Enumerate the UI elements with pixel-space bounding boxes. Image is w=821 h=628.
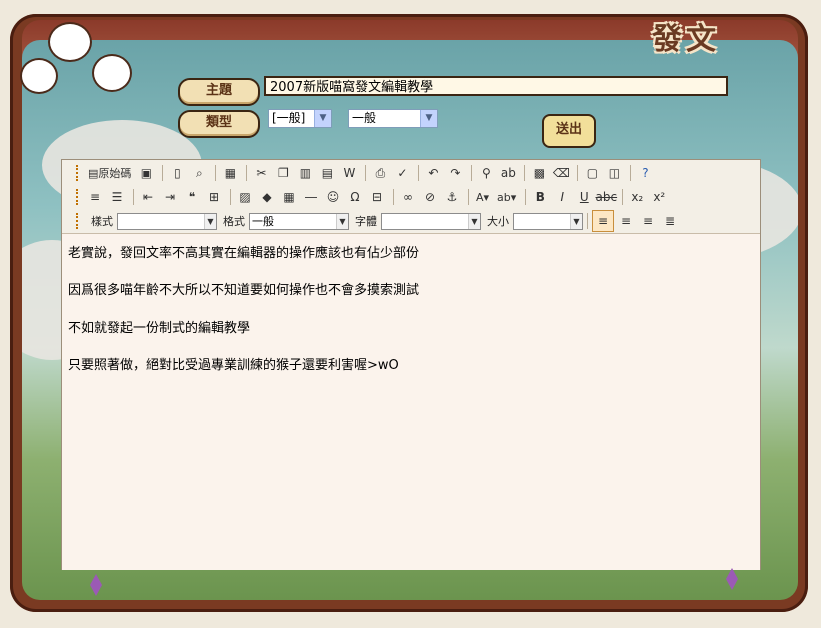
help-icon[interactable]: ? (635, 163, 655, 183)
paste-text-icon[interactable]: ▤ (317, 163, 337, 183)
cut-icon[interactable]: ✂ (251, 163, 271, 183)
save-icon[interactable]: ▣ (136, 163, 156, 183)
numbered-list-icon[interactable]: ≡ (85, 187, 105, 207)
subject-label: 主題 (178, 78, 260, 106)
outdent-icon[interactable]: ⇤ (138, 187, 158, 207)
select-all-icon[interactable]: ▩ (529, 163, 549, 183)
size-label: 大小 (487, 215, 509, 228)
find-icon[interactable]: ⚲ (476, 163, 496, 183)
chevron-down-icon: ▼ (570, 213, 582, 229)
link-icon[interactable]: ∞ (398, 187, 418, 207)
bg-color-icon[interactable]: ab▾ (494, 187, 519, 207)
chevron-down-icon: ▼ (468, 213, 480, 229)
align-right-icon[interactable]: ≡ (638, 211, 658, 231)
chevron-down-icon: ▼ (204, 213, 216, 229)
mascot-cat-icon (92, 54, 132, 92)
indent-icon[interactable]: ⇥ (160, 187, 180, 207)
image-icon[interactable]: ▨ (235, 187, 255, 207)
underline-icon[interactable]: U (574, 187, 594, 207)
content-line: 只要照著做，絕對比受過專業訓練的猴子還要利害喔>wO (68, 358, 399, 373)
div-icon[interactable]: ⊞ (204, 187, 224, 207)
font-label: 字體 (355, 215, 377, 228)
chevron-down-icon: ▼ (314, 110, 331, 127)
spellcheck-icon[interactable]: ✓ (392, 163, 412, 183)
toolbar-row-3: 樣式 ▼ 格式 一般 ▼ 字體 ▼ 大小 ▼ ≡ ≡ ≡ ≣ (76, 210, 682, 232)
unlink-icon[interactable]: ⊘ (420, 187, 440, 207)
align-justify-icon[interactable]: ≣ (660, 211, 680, 231)
superscript-icon[interactable]: x² (649, 187, 669, 207)
special-char-icon[interactable]: Ω (345, 187, 365, 207)
subscript-icon[interactable]: x₂ (627, 187, 647, 207)
table-icon[interactable]: ▦ (279, 187, 299, 207)
paste-word-icon[interactable]: W (339, 163, 359, 183)
style-label: 樣式 (91, 215, 113, 228)
horizontal-rule-icon[interactable]: ― (301, 187, 321, 207)
page-title-decoration: 發文 (652, 22, 720, 57)
source-button[interactable]: ▤ 原始碼 (85, 163, 134, 183)
content-line: 不如就發起一份制式的編輯教學 (68, 321, 251, 336)
copy-icon[interactable]: ❐ (273, 163, 293, 183)
subject-input[interactable]: 2007新版喵窩發文編輯教學 (264, 76, 728, 96)
toolbar-row-2: ≡ ☰ ⇤ ⇥ ❝ ⊞ ▨ ◆ ▦ ― ☺ Ω ⊟ ∞ ⊘ ⚓ A▾ ab▾ B… (76, 186, 671, 208)
print-icon[interactable]: ⎙ (370, 163, 390, 183)
style-combo[interactable]: ▼ (117, 212, 217, 230)
smiley-icon[interactable]: ☺ (323, 187, 343, 207)
format-label: 格式 (223, 215, 245, 228)
flash-icon[interactable]: ◆ (257, 187, 277, 207)
chevron-down-icon: ▼ (420, 110, 437, 127)
blockquote-icon[interactable]: ❝ (182, 187, 202, 207)
show-blocks-icon[interactable]: ◫ (604, 163, 624, 183)
type-label: 類型 (178, 110, 260, 138)
mascot-cat-icon (20, 58, 58, 94)
preview-icon[interactable]: ⌕ (189, 163, 209, 183)
new-page-icon[interactable]: ▯ (167, 163, 187, 183)
editor-content[interactable]: 老實說，發回文率不高其實在編輯器的操作應該也有佔少部份 因爲很多喵年齡不大所以不… (62, 233, 760, 570)
content-line: 因爲很多喵年齡不大所以不知道要如何操作也不會多摸索測試 (68, 283, 420, 298)
type-select[interactable]: 一般 ▼ (348, 109, 438, 128)
category-select[interactable]: [一般] ▼ (268, 109, 332, 128)
page-break-icon[interactable]: ⊟ (367, 187, 387, 207)
undo-icon[interactable]: ↶ (423, 163, 443, 183)
align-center-icon[interactable]: ≡ (616, 211, 636, 231)
align-left-icon[interactable]: ≡ (592, 210, 614, 232)
text-color-icon[interactable]: A▾ (473, 187, 492, 207)
toolbar-row-1: ▤ 原始碼 ▣ ▯ ⌕ ▦ ✂ ❐ ▥ ▤ W ⎙ ✓ ↶ ↷ ⚲ ab ▩ ⌫… (76, 162, 657, 184)
anchor-icon[interactable]: ⚓ (442, 187, 462, 207)
paste-icon[interactable]: ▥ (295, 163, 315, 183)
remove-format-icon[interactable]: ⌫ (551, 163, 571, 183)
maximize-icon[interactable]: ▢ (582, 163, 602, 183)
size-combo[interactable]: ▼ (513, 212, 583, 230)
content-line: 老實說，發回文率不高其實在編輯器的操作應該也有佔少部份 (68, 246, 420, 261)
submit-button[interactable]: 送出 (542, 114, 596, 148)
chevron-down-icon: ▼ (336, 213, 348, 229)
format-combo[interactable]: 一般 ▼ (249, 212, 349, 230)
bold-icon[interactable]: B (530, 187, 550, 207)
font-combo[interactable]: ▼ (381, 212, 481, 230)
rich-text-editor: ▤ 原始碼 ▣ ▯ ⌕ ▦ ✂ ❐ ▥ ▤ W ⎙ ✓ ↶ ↷ ⚲ ab ▩ ⌫… (61, 159, 761, 570)
mascot-cat-icon (48, 22, 92, 62)
bulleted-list-icon[interactable]: ☰ (107, 187, 127, 207)
templates-icon[interactable]: ▦ (220, 163, 240, 183)
replace-icon[interactable]: ab (498, 163, 518, 183)
strikethrough-icon[interactable]: abc (596, 187, 618, 207)
redo-icon[interactable]: ↷ (445, 163, 465, 183)
italic-icon[interactable]: I (552, 187, 572, 207)
